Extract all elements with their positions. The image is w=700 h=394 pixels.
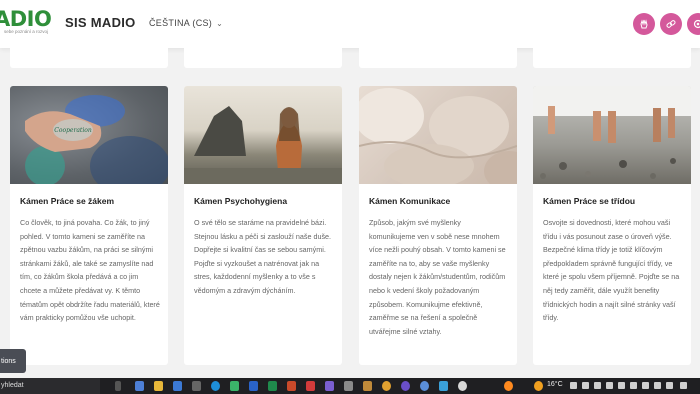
settings-icon	[693, 19, 700, 29]
language-label: ČEŠTINA (CS)	[149, 18, 213, 28]
task-view-icon[interactable]	[115, 381, 121, 391]
app-icon[interactable]	[325, 381, 334, 391]
card-description: O své tělo se staráme na pravidelné bázi…	[194, 218, 332, 295]
woman-beach-illustration	[184, 106, 342, 184]
app-icon[interactable]	[135, 381, 144, 391]
card-image: Cooperation	[10, 86, 168, 184]
tray-icon[interactable]	[618, 382, 625, 389]
partial-card	[533, 48, 691, 68]
card-title[interactable]: Kámen Práce se žákem	[20, 196, 114, 206]
hand-icon	[640, 19, 648, 29]
chevron-down-icon: ⌄	[216, 18, 224, 28]
app-icon[interactable]	[504, 381, 513, 391]
settings-button[interactable]	[687, 13, 700, 35]
tray-icon[interactable]	[630, 382, 637, 389]
powerpoint-icon[interactable]	[287, 381, 296, 391]
card-image	[184, 86, 342, 184]
tray-icon[interactable]	[642, 382, 649, 389]
card-description: Způsob, jakým své myšlenky komunikujeme …	[369, 218, 506, 336]
madio-logo[interactable]: ADIO sebe poznání a rozvoj	[0, 8, 58, 40]
link-button[interactable]	[660, 13, 682, 35]
chrome-icon[interactable]	[382, 381, 391, 391]
tray-icon[interactable]	[594, 382, 601, 389]
course-card[interactable]: Kámen Psychohygiena O své tělo se starám…	[184, 86, 342, 365]
weather-icon[interactable]	[534, 381, 543, 391]
app-icon[interactable]	[344, 381, 353, 391]
feet-pebbles-illustration	[533, 86, 691, 179]
app-icon[interactable]	[173, 381, 182, 391]
fabric-illustration	[359, 88, 517, 184]
clock-icon[interactable]	[680, 382, 687, 389]
app-icon[interactable]	[306, 381, 315, 391]
card-title[interactable]: Kámen Psychohygiena	[194, 196, 287, 206]
site-header: ADIO sebe poznání a rozvoj SIS MADIO ČEŠ…	[0, 0, 700, 48]
language-selector[interactable]: ČEŠTINA (CS) ⌄	[149, 18, 223, 28]
partial-card	[359, 48, 517, 68]
course-card[interactable]: Kámen Komunikace Způsob, jakým své myšle…	[359, 86, 517, 365]
app-icon[interactable]	[420, 381, 429, 391]
app-icon[interactable]	[458, 381, 467, 391]
card-description: Osvojte si dovednosti, které mohou vaši …	[543, 218, 680, 323]
card-description: Co člověk, to jiná povaha. Co žák, to ji…	[20, 218, 160, 323]
card-title[interactable]: Kámen Komunikace	[369, 196, 450, 206]
link-icon	[666, 20, 676, 28]
stone-text: Cooperation	[54, 127, 92, 134]
card-image	[359, 86, 517, 184]
folder-icon[interactable]	[154, 381, 163, 391]
taskbar-search[interactable]: yhledat	[0, 378, 100, 394]
weather-temperature[interactable]: 16°C	[547, 381, 563, 388]
card-image	[533, 86, 691, 184]
tray-chevron-icon[interactable]	[570, 382, 577, 389]
logo-text: ADIO	[0, 7, 52, 31]
card-title[interactable]: Kámen Práce se třídou	[543, 196, 635, 206]
course-card[interactable]: Kámen Práce se třídou Osvojte si dovedno…	[533, 86, 691, 365]
wifi-icon[interactable]	[654, 382, 661, 389]
hand-button[interactable]	[633, 13, 655, 35]
partial-card	[10, 48, 168, 68]
windows-taskbar: yhledat 16°C	[0, 378, 700, 394]
site-name[interactable]: SIS MADIO	[65, 15, 136, 30]
hand-stone-illustration: Cooperation	[25, 95, 168, 184]
app-icon[interactable]	[363, 381, 372, 391]
edge-icon[interactable]	[211, 381, 220, 391]
partial-card	[184, 48, 342, 68]
course-card[interactable]: Cooperation Kámen Práce se žákem Co člov…	[10, 86, 168, 365]
app-icon[interactable]	[439, 381, 448, 391]
app-icon[interactable]	[401, 381, 410, 391]
excel-icon[interactable]	[268, 381, 277, 391]
word-icon[interactable]	[249, 381, 258, 391]
options-button[interactable]: tions	[0, 349, 26, 373]
tray-icon[interactable]	[606, 382, 613, 389]
cloud-icon[interactable]	[582, 382, 589, 389]
app-icon[interactable]	[230, 381, 239, 391]
volume-icon[interactable]	[666, 382, 673, 389]
app-icon[interactable]	[192, 381, 201, 391]
